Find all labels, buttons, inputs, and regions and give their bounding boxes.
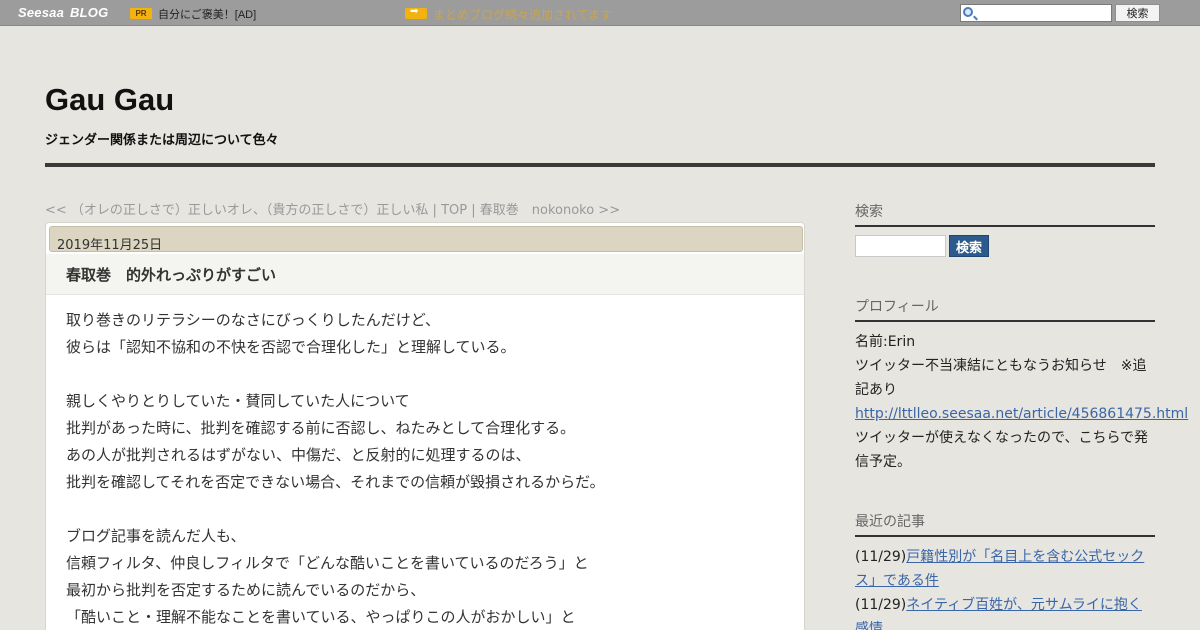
article-title[interactable]: 春取巻 的外れっぷりがすごい xyxy=(66,264,276,285)
sidebar-profile-heading: プロフィール xyxy=(855,296,1155,322)
profile-section: 名前:Erin ツイッター不当凍結にともなうお知らせ ※追記あり http://… xyxy=(855,330,1188,474)
sidebar-search-heading: 検索 xyxy=(855,201,1155,227)
article-body: 取り巻きのリテラシーのなさにびっくりしたんだけど、 彼らは「認知不協和の不快を否… xyxy=(66,307,786,630)
body-line: 親しくやりとりしていた・賛同していた人について xyxy=(66,392,410,410)
body-line: 信頼フィルタ、仲良しフィルタで「どんな酷いことを書いているのだろう」と xyxy=(66,554,589,572)
pr-badge: PR xyxy=(130,8,152,19)
prev-article-link[interactable]: << （オレの正しさで）正しいオレ、（貴方の正しさで）正しい私 xyxy=(45,203,428,218)
top-search-button[interactable]: 検索 xyxy=(1115,4,1160,22)
top-search-input[interactable] xyxy=(979,5,1109,21)
news-link[interactable]: まとめブログ続々追加されてます xyxy=(433,6,612,23)
recent-articles-list: (11/29)戸籍性別が「名目上を含む公式セックス」である件 (11/29)ネイ… xyxy=(855,545,1155,630)
body-line: 「酷いこと・理解不能なことを書いている、やっぱりこの人がおかしい」と xyxy=(66,608,576,626)
logo-sub-text: BLOG xyxy=(70,5,109,20)
sidebar-search-input[interactable] xyxy=(855,235,946,257)
sidebar-search-button[interactable]: 検索 xyxy=(949,235,989,257)
logo-main-text: Seesaa xyxy=(18,5,65,20)
body-line xyxy=(66,496,786,523)
profile-link[interactable]: http://lttlleo.seesaa.net/article/456861… xyxy=(855,406,1188,422)
article-navigation: << （オレの正しさで）正しいオレ、（貴方の正しさで）正しい私 | TOP | … xyxy=(45,199,620,218)
body-line: あの人が批判されるはずがない、中傷だ、と反射的に処理するのは、 xyxy=(66,446,531,464)
arrow-right-icon xyxy=(405,6,427,19)
body-line: 批判を確認してそれを否定できない場合、それまでの信頼が毀損されるからだ。 xyxy=(66,473,605,491)
article-title-band: 春取巻 的外れっぷりがすごい xyxy=(46,254,804,295)
top-link[interactable]: TOP xyxy=(441,203,467,218)
recent-article-item: (11/29)戸籍性別が「名目上を含む公式セックス」である件 xyxy=(855,545,1155,593)
site-description: ジェンダー関係または周辺について色々 xyxy=(45,133,279,148)
top-bar: Seesaa BLOG PR 自分にご褒美！[AD] まとめブログ続々追加されてま… xyxy=(0,0,1200,26)
body-line: 彼らは「認知不協和の不快を否認で合理化した」と理解している。 xyxy=(66,338,516,356)
profile-name: 名前:Erin xyxy=(855,334,916,350)
recent-article-date: (11/29) xyxy=(855,549,907,565)
article: 2019年11月25日 春取巻 的外れっぷりがすごい 取り巻きのリテラシーのなさ… xyxy=(45,222,805,630)
body-line: 取り巻きのリテラシーのなさにびっくりしたんだけど、 xyxy=(66,311,440,329)
body-line: 最初から批判を否定するために読んでいるのだから、 xyxy=(66,581,426,599)
search-icon xyxy=(963,7,973,17)
top-search-box xyxy=(960,4,1112,22)
seesaa-blog-logo[interactable]: Seesaa BLOG xyxy=(18,5,108,20)
next-article-link[interactable]: 春取巻 nokonoko >> xyxy=(480,203,620,218)
ad-link[interactable]: 自分にご褒美！[AD] xyxy=(158,6,256,22)
profile-message: ツイッターが使えなくなったので、こちらで発信予定。 xyxy=(855,430,1149,470)
recent-article-date: (11/29) xyxy=(855,597,907,613)
recent-article-item: (11/29)ネイティブ百姓が、元サムライに抱く感情 xyxy=(855,593,1155,630)
sidebar-recent-heading: 最近の記事 xyxy=(855,511,1155,537)
nav-separator: | xyxy=(428,203,442,218)
body-line: 批判があった時に、批判を確認する前に否認し、ねたみとして合理化する。 xyxy=(66,419,576,437)
body-line: ブログ記事を読んだ人も、 xyxy=(66,527,246,545)
site-title[interactable]: Gau Gau xyxy=(45,82,174,118)
header-divider xyxy=(45,163,1155,167)
profile-notice: ツイッター不当凍結にともなうお知らせ ※追記あり xyxy=(855,358,1147,398)
nav-separator: | xyxy=(467,203,480,218)
article-date: 2019年11月25日 xyxy=(49,226,803,253)
body-line xyxy=(66,361,786,388)
